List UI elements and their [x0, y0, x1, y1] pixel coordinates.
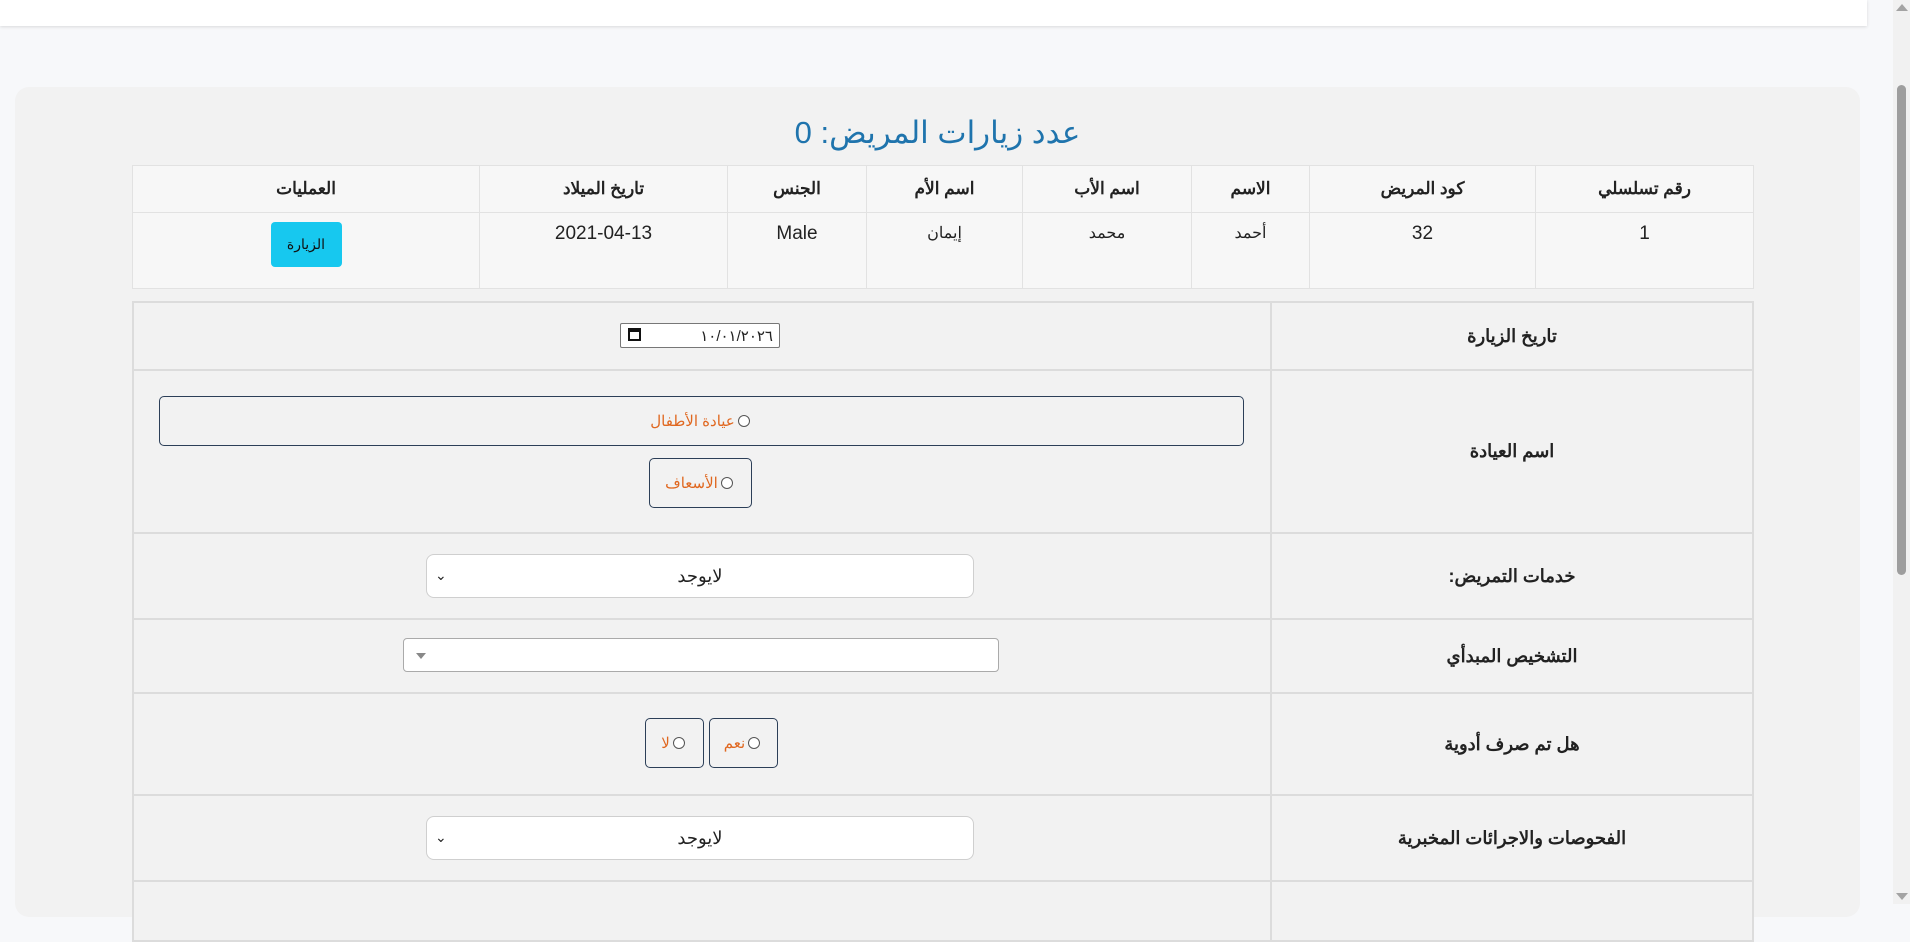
cell-father: محمد — [1022, 212, 1192, 289]
row-next — [132, 880, 1754, 942]
medication-yes-option[interactable]: نعم — [709, 718, 778, 768]
radio-icon[interactable] — [737, 415, 750, 427]
nursing-select[interactable]: لايوجد ⌄ — [426, 554, 974, 598]
labs-select[interactable]: لايوجد ⌄ — [426, 816, 974, 860]
diagnosis-label: التشخيص المبدأي — [1270, 618, 1754, 694]
table-header-row: رقم تسلسلي كود المريض الاسم اسم الأب اسم… — [132, 165, 1754, 213]
nursing-label: خدمات التمريض: — [1270, 532, 1754, 620]
radio-icon[interactable] — [672, 737, 685, 749]
scroll-thumb[interactable] — [1897, 85, 1906, 575]
cell-birth-date: 2021-04-13 — [479, 212, 728, 289]
cell-gender: Male — [727, 212, 867, 289]
cell-serial: 1 — [1535, 212, 1754, 289]
col-actions: العمليات — [132, 165, 480, 213]
row-diagnosis: التشخيص المبدأي — [132, 618, 1754, 694]
labs-selected-value: لايوجد — [677, 827, 723, 848]
chevron-down-icon: ⌄ — [435, 567, 447, 583]
diagnosis-select[interactable] — [403, 638, 999, 672]
col-gender: الجنس — [727, 165, 867, 213]
caret-down-icon — [416, 653, 426, 659]
col-serial: رقم تسلسلي — [1535, 165, 1754, 213]
visit-date-value: ١٠/٠١/٢٠٢٦ — [700, 328, 773, 345]
col-mother: اسم الأم — [866, 165, 1023, 213]
cell-mother: إيمان — [866, 212, 1023, 289]
col-birth-date: تاريخ الميلاد — [479, 165, 728, 213]
nursing-selected-value: لايوجد — [677, 565, 723, 586]
visit-date-label: تاريخ الزيارة — [1270, 301, 1754, 371]
visits-count-title: عدد زيارات المريض: 0 — [794, 115, 1081, 150]
medication-yes-label: نعم — [723, 735, 746, 752]
clinic-option-label: عيادة الأطفال — [650, 413, 735, 430]
calendar-icon[interactable] — [628, 328, 641, 341]
visit-date-input[interactable]: ١٠/٠١/٢٠٢٦ — [620, 323, 780, 348]
col-code: كود المريض — [1309, 165, 1536, 213]
medication-no-option[interactable]: لا — [645, 718, 704, 768]
labs-label: الفحوصات والاجرائات المخبرية — [1270, 794, 1754, 882]
row-nursing: خدمات التمريض: لايوجد ⌄ — [132, 532, 1754, 620]
top-navbar — [0, 0, 1867, 26]
scroll-down-icon[interactable] — [1896, 893, 1908, 900]
radio-icon[interactable] — [748, 737, 761, 749]
clinic-option-children[interactable]: عيادة الأطفال — [159, 396, 1244, 446]
cell-actions: الزيارة — [132, 212, 480, 289]
col-name: الاسم — [1191, 165, 1310, 213]
row-medication: هل تم صرف أدوية نعم لا — [132, 692, 1754, 796]
chevron-down-icon: ⌄ — [435, 829, 447, 845]
medication-label: هل تم صرف أدوية — [1270, 692, 1754, 796]
scroll-up-icon[interactable] — [1896, 4, 1908, 11]
row-labs: الفحوصات والاجرائات المخبرية لايوجد ⌄ — [132, 794, 1754, 882]
clinic-option-label: الأسعاف — [665, 475, 718, 492]
table-row: 1 32 أحمد محمد إيمان Male 2021-04-13 الز… — [132, 212, 1754, 289]
cell-name: أحمد — [1191, 212, 1310, 289]
patient-table: رقم تسلسلي كود المريض الاسم اسم الأب اسم… — [132, 165, 1754, 289]
row-visit-date: تاريخ الزيارة ١٠/٠١/٢٠٢٦ — [132, 301, 1754, 371]
visit-button[interactable]: الزيارة — [270, 222, 342, 267]
clinic-label: اسم العيادة — [1270, 369, 1754, 534]
clinic-option-emergency[interactable]: الأسعاف — [649, 458, 752, 508]
cell-code: 32 — [1309, 212, 1536, 289]
page-scrollbar[interactable] — [1893, 0, 1910, 904]
medication-no-label: لا — [661, 735, 670, 752]
col-father: اسم الأب — [1022, 165, 1192, 213]
row-clinic: اسم العيادة عيادة الأطفال الأسعاف — [132, 369, 1754, 534]
radio-icon[interactable] — [720, 477, 733, 489]
visit-form-table: تاريخ الزيارة ١٠/٠١/٢٠٢٦ اسم العيادة عيا… — [132, 301, 1754, 942]
visit-card: عدد زيارات المريض: 0 رقم تسلسلي كود المر… — [15, 87, 1860, 942]
